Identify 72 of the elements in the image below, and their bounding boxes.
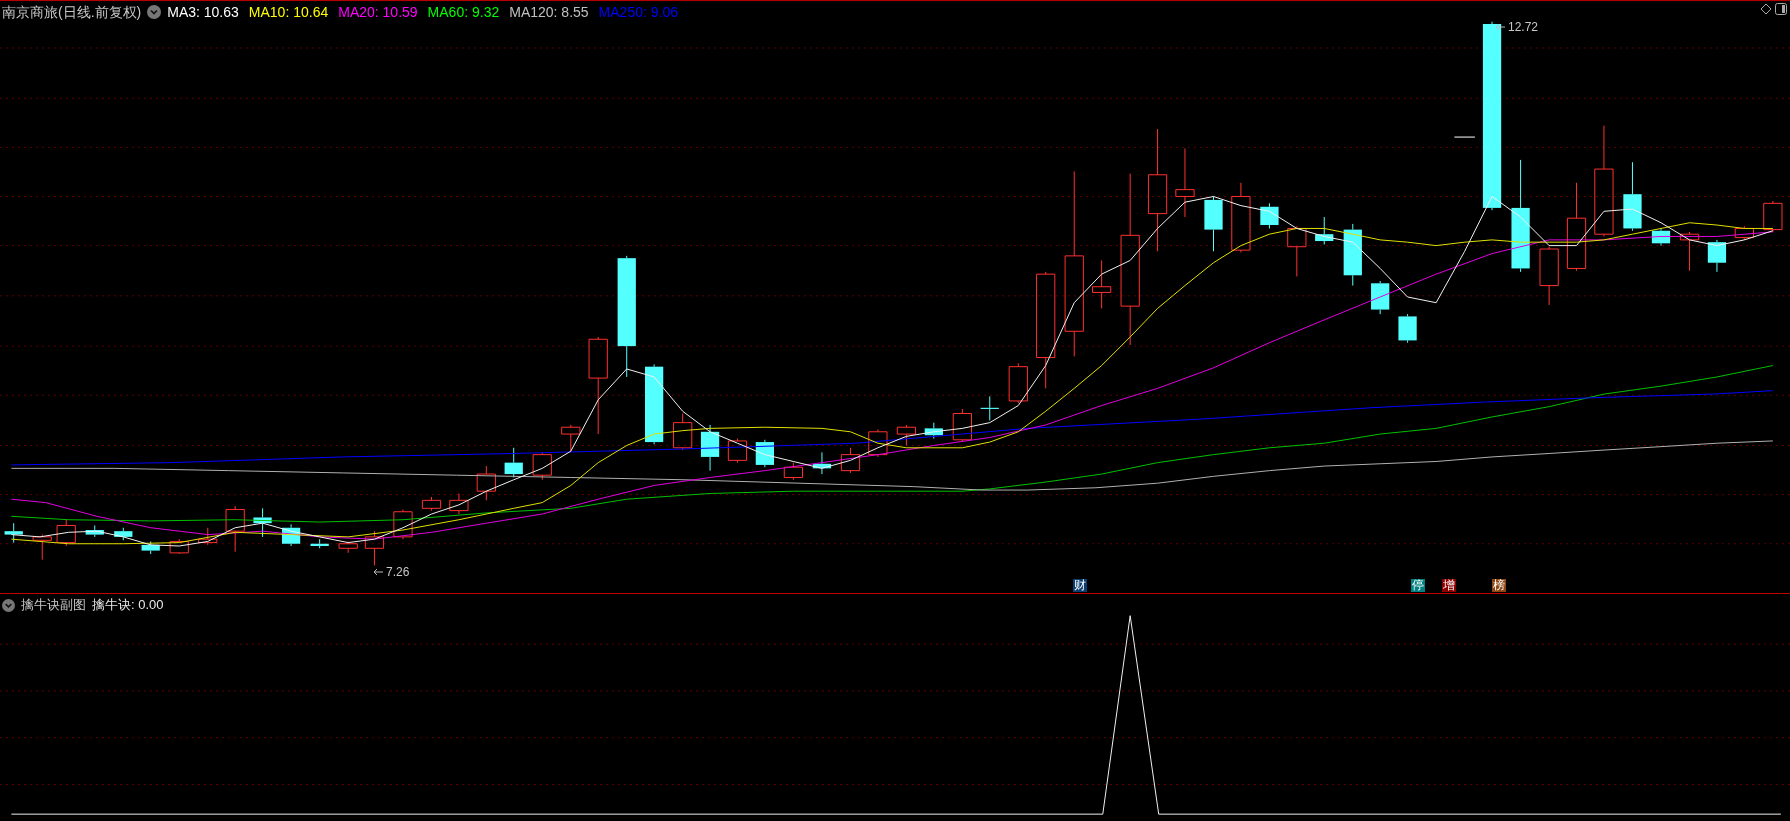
candlestick (1231, 182, 1251, 253)
arrow-icon (372, 567, 384, 577)
chart-title: 擒牛诀副图 (21, 596, 86, 615)
candlestick (1204, 196, 1223, 252)
candlestick (310, 538, 329, 549)
price-label: 7.26 (386, 564, 410, 581)
candlestick (1287, 225, 1307, 277)
candlestick (673, 413, 693, 451)
candlestick (896, 424, 917, 446)
candlestick (1734, 225, 1754, 241)
candlestick (727, 438, 748, 464)
event-marker[interactable]: 增 (1442, 579, 1456, 592)
candlestick (1651, 227, 1671, 247)
candlestick (1707, 239, 1727, 273)
candlestick (393, 508, 413, 540)
candlestick (169, 538, 189, 555)
indicator-value: MA60: 9.32 (427, 2, 500, 22)
candlestick (952, 408, 972, 443)
event-marker[interactable]: 财 (1073, 579, 1087, 592)
chart-title: 南京商旅(日线.前复权) (2, 2, 142, 22)
event-marker[interactable]: 榜 (1492, 579, 1506, 592)
indicator-value: 擒牛诀: 0.00 (92, 596, 164, 615)
indicator-value: MA20: 10.59 (338, 2, 418, 22)
candlestick (504, 447, 523, 478)
candlestick (700, 424, 720, 472)
candlestick (812, 451, 832, 475)
candlestick (1763, 200, 1783, 233)
candlestick (56, 519, 76, 547)
candlestick (1539, 246, 1559, 306)
candlestick (1398, 313, 1417, 344)
candlestick (924, 422, 943, 440)
price-label: 12.72 (1508, 19, 1539, 36)
indicator-value: MA10: 10.64 (248, 2, 329, 22)
diamond-icon[interactable] (1760, 3, 1772, 15)
candlestick (476, 465, 496, 501)
indicator-value: MA120: 8.55 (509, 2, 589, 22)
candlestick (868, 429, 888, 458)
candlestick (840, 447, 861, 474)
candlestick (225, 505, 245, 553)
panel-toggle-icon[interactable] (1775, 3, 1787, 15)
candlestick (364, 530, 385, 566)
candlestick (198, 527, 218, 546)
candlestick (281, 523, 301, 547)
candlestick (85, 524, 104, 538)
candlestick (980, 395, 999, 421)
candlestick (1371, 280, 1390, 315)
dropdown-icon[interactable] (2, 598, 15, 612)
event-marker[interactable]: 停 (1411, 579, 1425, 592)
arrow-icon (1494, 22, 1506, 32)
candlestick (1008, 362, 1028, 404)
candlestick (1679, 231, 1700, 272)
candlestick (421, 496, 442, 512)
candlestick (532, 451, 552, 481)
candlestick (1260, 202, 1279, 229)
candlestick (253, 507, 272, 538)
candlestick (338, 540, 358, 554)
indicator-value: MA3: 10.63 (167, 2, 239, 22)
candlestick (4, 522, 23, 544)
candlestick (1092, 259, 1112, 309)
price-tick (1453, 136, 1476, 138)
candlestick (1343, 223, 1362, 287)
dropdown-icon[interactable] (147, 5, 162, 19)
candlestick (449, 493, 469, 515)
indicator-value: MA250: 9.06 (598, 2, 678, 22)
candlestick (783, 462, 804, 481)
candlestick (114, 527, 133, 541)
candlestick (141, 540, 160, 555)
candlestick (1175, 148, 1195, 218)
candlestick (1623, 161, 1642, 232)
candlestick (32, 534, 52, 561)
candlestick (1315, 216, 1334, 245)
candlestick (561, 424, 581, 453)
